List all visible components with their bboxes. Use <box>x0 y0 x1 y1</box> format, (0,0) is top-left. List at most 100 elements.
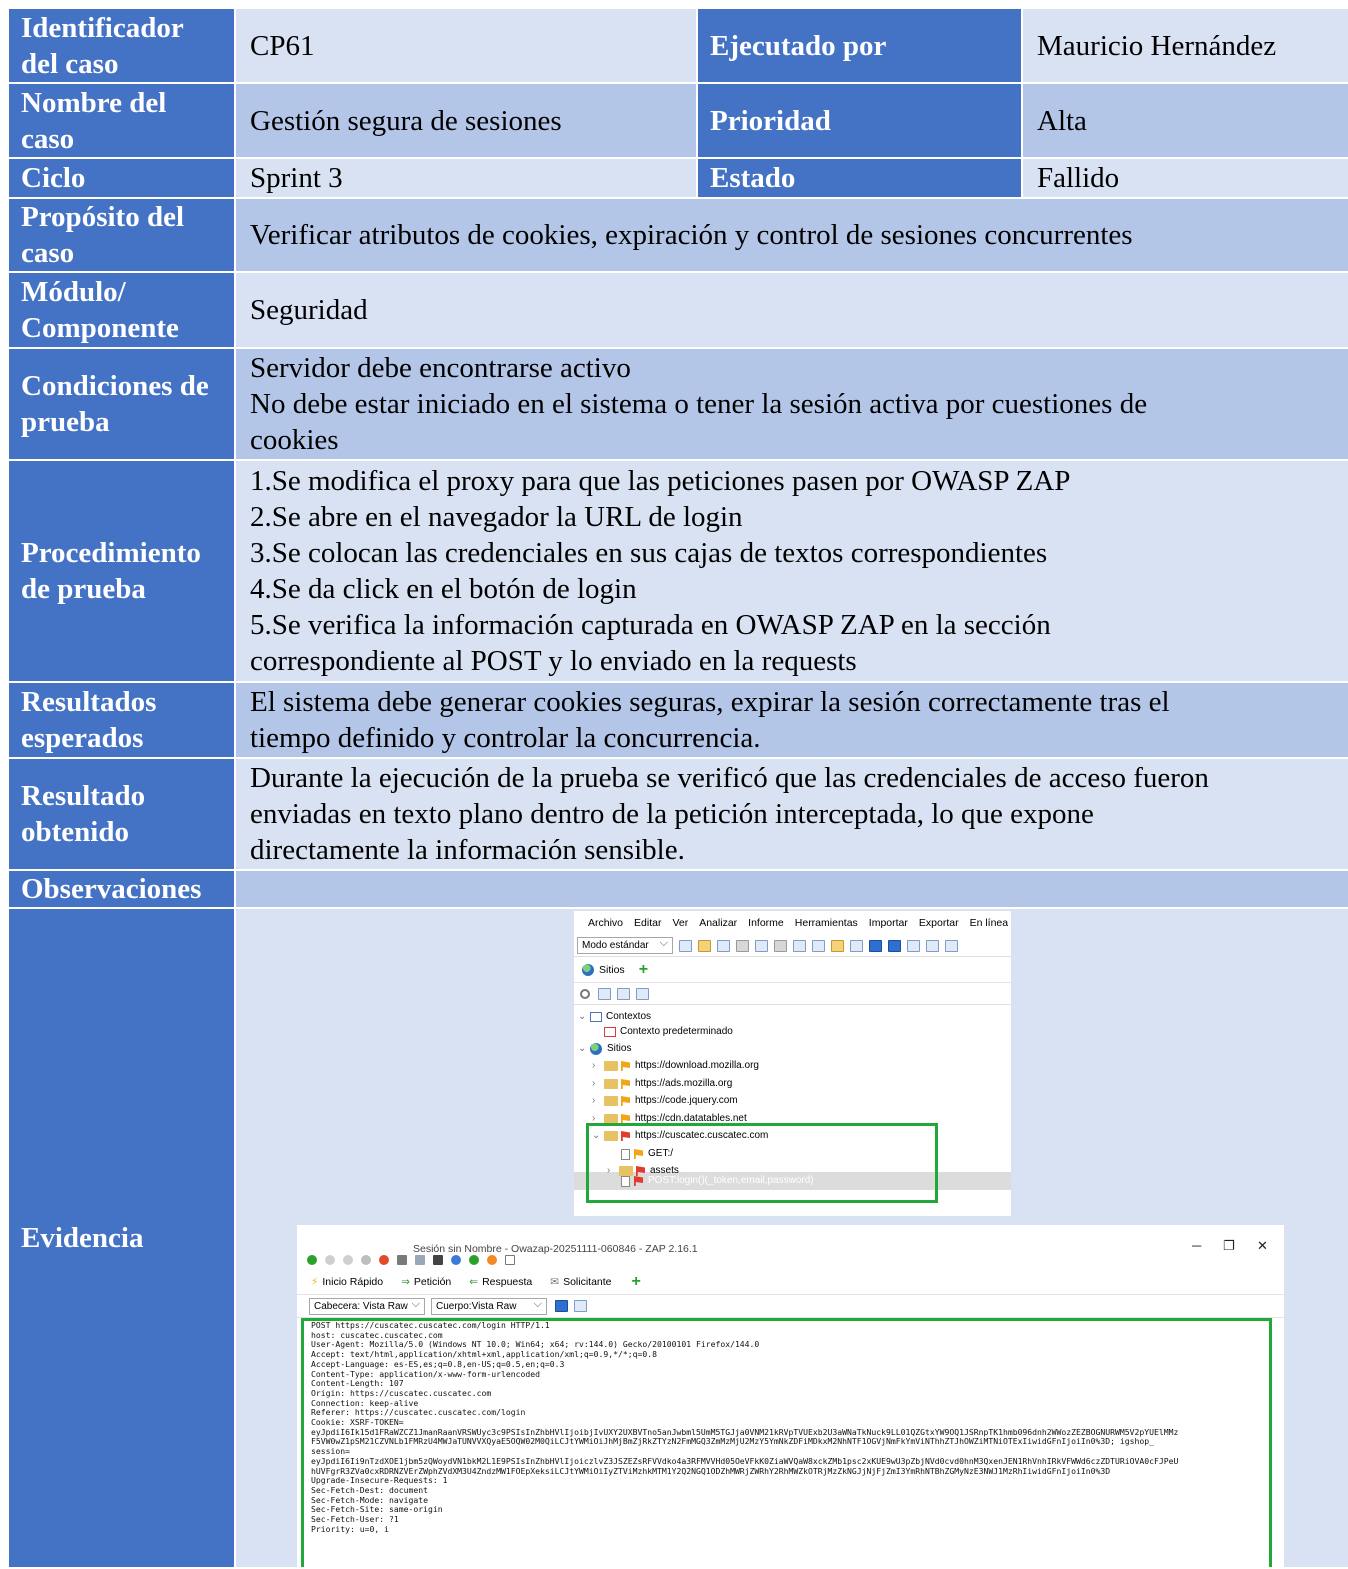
add-tab-plus-icon[interactable]: + <box>639 952 648 988</box>
tab-response[interactable]: ⇐ Respuesta <box>469 1264 532 1300</box>
value-procedimiento: 1.Se modifica el proxy para que las peti… <box>234 459 1348 683</box>
value-esperados: El sistema debe generar cookies seguras,… <box>234 681 1348 759</box>
tab-expand-icon[interactable] <box>812 939 825 952</box>
label-observaciones: Observaciones <box>7 869 236 909</box>
chevron-down-icon: ⌄ <box>578 1043 587 1054</box>
value-modulo: Seguridad <box>234 271 1348 349</box>
new-context-icon[interactable] <box>598 987 611 1000</box>
value-ciclo: Sprint 3 <box>234 157 698 199</box>
panel-left-icon[interactable] <box>869 939 882 952</box>
panel-icon[interactable] <box>850 939 863 952</box>
open-session-icon[interactable] <box>698 939 711 952</box>
folder-icon <box>604 1079 618 1089</box>
export-context-icon[interactable] <box>636 987 649 1000</box>
tab-quick-start[interactable]: ⚡ Inicio Rápido <box>311 1264 383 1300</box>
flag-icon <box>621 1096 630 1106</box>
tab-label: Solicitante <box>563 1275 612 1288</box>
zap-request-screenshot: Sesión sin Nombre - Owazap-20251111-0608… <box>297 1225 1284 1567</box>
split-horizontal-icon[interactable] <box>555 1300 568 1312</box>
requester-icon: ✉ <box>550 1275 560 1288</box>
sites-tab[interactable]: Sitios <box>599 952 625 988</box>
request-tabs: ⚡ Inicio Rápido ⇒ Petición ⇐ Respuesta ✉ Sol… <box>297 1269 1284 1295</box>
scope-target-icon[interactable] <box>580 988 590 999</box>
label-esperados: Resultados esperados <box>7 681 236 759</box>
row-modulo: Módulo/ Componente Seguridad <box>7 271 1348 349</box>
lightning-icon: ⚡ <box>311 1275 319 1288</box>
tab-label: Petición <box>413 1275 452 1288</box>
menu-importar[interactable]: Importar <box>869 911 908 941</box>
value-ejecutado: Mauricio Hernández <box>1021 7 1348 84</box>
label-procedimiento: Procedimiento de prueba <box>7 459 236 683</box>
panel-bottom-icon[interactable] <box>888 939 901 952</box>
procedimiento-step: 5.Se verifica la información capturada e… <box>250 609 1051 641</box>
folder-icon <box>604 1061 618 1071</box>
procedimiento-step: 1.Se modifica el proxy para que las peti… <box>250 465 1071 497</box>
value-prioridad: Alta <box>1021 82 1348 159</box>
globe-icon <box>582 963 594 976</box>
layout-icon[interactable] <box>793 939 806 952</box>
condicion-line: cookies <box>250 424 339 456</box>
view-selector-bar: Cabecera: Vista Raw Cuerpo:Vista Raw <box>297 1295 1284 1318</box>
arrow-left-icon: ⇐ <box>469 1275 479 1288</box>
menu-herramientas[interactable]: Herramientas <box>795 911 858 941</box>
label-obtenido: Resultado obtenido <box>7 757 236 871</box>
import-context-icon[interactable] <box>617 987 630 1000</box>
options-gear-icon[interactable] <box>774 939 787 952</box>
value-nombre: Gestión segura de sesiones <box>234 82 698 159</box>
test-case-sheet: Identificador del caso CP61 Ejecutado po… <box>7 7 1348 1569</box>
procedimiento-step: correspondiente al POST y lo enviado en … <box>250 645 857 677</box>
restore-icon[interactable]: ❐ <box>1223 1228 1235 1264</box>
procedimiento-step: 2.Se abre en el navegador la URL de logi… <box>250 501 743 533</box>
label-condiciones: Condiciones de prueba <box>7 347 236 461</box>
menu-analizar[interactable]: Analizar <box>699 911 737 941</box>
procedimiento-step: 3.Se colocan las credenciales en sus caj… <box>250 537 1048 569</box>
tree-label: Contexto predeterminado <box>620 1026 733 1037</box>
procedimiento-step: 4.Se da click en el botón de login <box>250 573 637 605</box>
tab-requester[interactable]: ✉ Solicitante <box>550 1264 611 1300</box>
obtenido-line: Durante la ejecución de la prueba se ver… <box>250 762 1209 794</box>
label-estado: Estado <box>696 157 1023 199</box>
obtenido-line: directamente la información sensible. <box>250 834 685 866</box>
flag-icon <box>621 1061 630 1071</box>
panel-right-icon[interactable] <box>926 939 939 952</box>
value-identificador: CP61 <box>234 7 698 84</box>
add-tab-plus-icon[interactable]: + <box>632 1264 641 1300</box>
close-icon[interactable]: ✕ <box>1257 1228 1268 1264</box>
body-view-select[interactable]: Cuerpo:Vista Raw <box>431 1297 547 1315</box>
esperado-line: El sistema debe generar cookies seguras,… <box>250 686 1170 718</box>
tree-node-sites[interactable]: ⌄ Sitios <box>578 1041 631 1057</box>
panel-full-icon[interactable] <box>907 939 920 952</box>
minimize-icon[interactable]: ─ <box>1192 1228 1201 1264</box>
row-obtenido: Resultado obtenido Durante la ejecución … <box>7 757 1348 871</box>
value-condiciones: Servidor debe encontrarse activo No debe… <box>234 347 1348 461</box>
arrow-right-icon: ⇒ <box>401 1275 410 1288</box>
panel-top-icon[interactable] <box>945 939 958 952</box>
flag-icon <box>621 1079 630 1089</box>
tab-label: Respuesta <box>482 1275 533 1288</box>
condicion-line: No debe estar iniciado en el sistema o t… <box>250 388 1148 420</box>
menu-ver[interactable]: Ver <box>672 911 688 941</box>
label-evidencia: Evidencia <box>7 907 236 1569</box>
folder-icon <box>604 1096 618 1106</box>
menu-exportar[interactable]: Exportar <box>919 911 959 941</box>
label-identificador: Identificador del caso <box>7 7 236 84</box>
row-evidencia: Evidencia Archivo Editar Ver Analizar In… <box>7 907 1348 1569</box>
split-vertical-icon[interactable] <box>574 1300 587 1312</box>
snapshot-icon[interactable] <box>736 939 749 952</box>
header-view-select[interactable]: Cabecera: Vista Raw <box>309 1297 425 1315</box>
save-session-icon[interactable] <box>717 939 730 952</box>
menu-informe[interactable]: Informe <box>748 911 784 941</box>
tab-request[interactable]: ⇒ Petición <box>401 1264 451 1300</box>
menu-en-linea[interactable]: En línea <box>970 911 1009 941</box>
new-session-icon[interactable] <box>679 939 692 952</box>
properties-icon[interactable] <box>755 939 768 952</box>
break-icon[interactable] <box>831 939 844 952</box>
row-ciclo: Ciclo Sprint 3 Estado Fallido <box>7 157 1348 199</box>
value-obtenido: Durante la ejecución de la prueba se ver… <box>234 757 1348 871</box>
row-identificador: Identificador del caso CP61 Ejecutado po… <box>7 7 1348 84</box>
mode-select[interactable]: Modo estándar <box>577 936 673 954</box>
window-title: Sesión sin Nombre - Owazap-20251111-0608… <box>413 1243 698 1255</box>
sites-tab-row: Sitios + <box>574 957 1011 983</box>
zap-menubar: Archivo Editar Ver Analizar Informe Herr… <box>574 911 1011 935</box>
highlight-box <box>301 1318 1272 1567</box>
